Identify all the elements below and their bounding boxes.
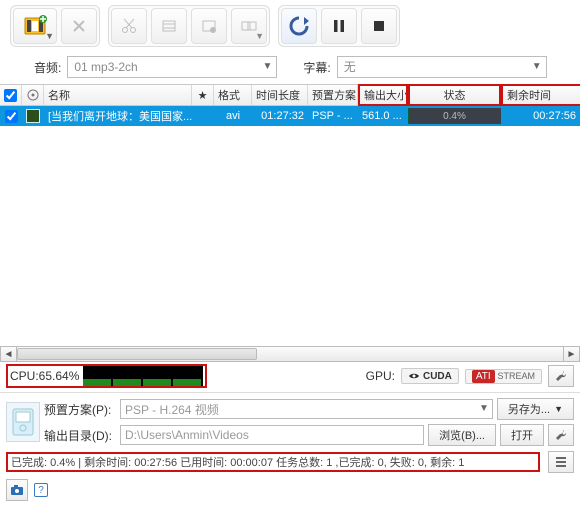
dropdown-arrow-icon: ▼ xyxy=(45,31,54,41)
cpu-meter: CPU:65.64% xyxy=(6,364,207,388)
wrench-icon xyxy=(554,369,568,383)
col-status[interactable]: 状态 xyxy=(408,84,501,106)
row-remaining: 00:27:56 xyxy=(501,106,580,126)
add-file-button[interactable]: ▼ xyxy=(13,8,57,44)
dropdown-arrow-icon: ▼ xyxy=(256,57,272,77)
preset-value: PSP - H.264 视频 xyxy=(125,401,219,418)
row-progress: 0.4% xyxy=(408,106,501,126)
outdir-value: D:\Users\Anmin\Videos xyxy=(125,428,249,442)
options-block: 预置方案(P): PSP - H.264 视频 ▼ 另存为...▼ 输出目录(D… xyxy=(0,395,580,449)
ati-badge: ATI STREAM xyxy=(465,369,542,384)
col-outsize[interactable]: 输出大小 xyxy=(358,84,408,106)
camera-icon xyxy=(10,484,24,496)
help-icon[interactable]: ? xyxy=(34,483,48,497)
list-icon xyxy=(554,455,568,469)
main-toolbar: ▼ ▼ xyxy=(0,0,580,52)
edit-btn-group: ▼ xyxy=(108,5,270,47)
merge-button[interactable]: ▼ xyxy=(231,8,267,44)
table-row[interactable]: [当我们离开地球：美国国家... avi 01:27:32 PSP - ... … xyxy=(0,106,580,126)
outdir-settings-button[interactable] xyxy=(548,424,574,446)
col-preset[interactable]: 预置方案 xyxy=(308,85,358,105)
convert-icon xyxy=(288,15,310,37)
preset-label: 预置方案(P): xyxy=(44,401,116,418)
list-mode-button[interactable] xyxy=(548,451,574,473)
row-preset: PSP - ... xyxy=(308,106,358,126)
row-outsize: 561.0 ... xyxy=(358,106,408,126)
dropdown-arrow-icon: ▼ xyxy=(526,57,542,77)
select-all-checkbox[interactable] xyxy=(4,89,17,102)
remove-button[interactable] xyxy=(61,8,97,44)
grid-body xyxy=(0,126,580,346)
gpu-settings-button[interactable] xyxy=(548,365,574,387)
dropdown-arrow-icon: ▼ xyxy=(479,403,489,414)
file-thumb xyxy=(26,109,40,123)
pause-button[interactable] xyxy=(321,8,357,44)
footer-row: ? xyxy=(0,475,580,505)
open-button[interactable]: 打开 xyxy=(500,424,544,446)
hscrollbar[interactable]: ◄ ► xyxy=(0,346,580,362)
convert-button[interactable] xyxy=(281,8,317,44)
file-btn-group: ▼ xyxy=(10,5,100,47)
crop-button[interactable] xyxy=(151,8,187,44)
nvidia-eye-icon xyxy=(408,370,420,382)
outdir-field[interactable]: D:\Users\Anmin\Videos xyxy=(120,425,424,445)
audio-select[interactable]: 01 mp3-2ch ▼ xyxy=(67,56,277,78)
cut-button[interactable] xyxy=(111,8,147,44)
col-duration[interactable]: 时间长度 xyxy=(252,85,308,105)
scroll-thumb[interactable] xyxy=(17,348,257,360)
subtitle-value: 无 xyxy=(344,57,356,77)
browse-button[interactable]: 浏览(B)... xyxy=(428,424,496,446)
pause-icon xyxy=(331,18,347,34)
subtitle-label: 字幕: xyxy=(303,59,330,76)
film-fx-icon xyxy=(200,17,218,35)
audio-label: 音频: xyxy=(34,59,61,76)
screenshot-button[interactable] xyxy=(6,479,28,501)
disc-icon xyxy=(27,89,39,101)
col-check[interactable] xyxy=(0,85,22,105)
grid-header: 名称 ★ 格式 时间长度 预置方案 输出大小 状态 剩余时间 xyxy=(0,84,580,106)
preset-field[interactable]: PSP - H.264 视频 ▼ xyxy=(120,399,493,419)
scroll-right-btn[interactable]: ► xyxy=(563,347,579,361)
stream-select-row: 音频: 01 mp3-2ch ▼ 字幕: 无 ▼ xyxy=(0,52,580,84)
effects-button[interactable] xyxy=(191,8,227,44)
row-checkbox[interactable] xyxy=(5,110,18,123)
saveas-button[interactable]: 另存为...▼ xyxy=(497,398,574,420)
cpu-graph xyxy=(83,366,203,386)
row-duration: 01:27:32 xyxy=(252,106,308,126)
dropdown-arrow-icon: ▼ xyxy=(255,31,264,41)
wrench-icon xyxy=(554,428,568,442)
status-row: 已完成: 0.4% | 剩余时间: 00:27:56 已用时间: 00:00:0… xyxy=(0,449,580,475)
row-name: [当我们离开地球：美国国家... xyxy=(44,106,192,126)
col-remaining[interactable]: 剩余时间 xyxy=(501,84,580,106)
col-star[interactable]: ★ xyxy=(192,85,214,105)
row-format: avi xyxy=(214,106,252,126)
subtitle-select[interactable]: 无 ▼ xyxy=(337,56,547,78)
col-name[interactable]: 名称 xyxy=(44,85,192,105)
progress-text: 0.4% xyxy=(443,111,466,122)
col-format[interactable]: 格式 xyxy=(214,85,252,105)
film-crop-icon xyxy=(160,17,178,35)
play-btn-group xyxy=(278,5,400,47)
scroll-left-btn[interactable]: ◄ xyxy=(1,347,17,361)
cpu-label: CPU:65.64% xyxy=(10,369,79,383)
gpu-box: GPU: CUDA ATI STREAM xyxy=(366,365,574,387)
status-text: 已完成: 0.4% | 剩余时间: 00:27:56 已用时间: 00:00:0… xyxy=(6,452,540,472)
audio-value: 01 mp3-2ch xyxy=(74,57,137,77)
col-type xyxy=(22,85,44,105)
outdir-label: 输出目录(D): xyxy=(44,427,116,444)
cuda-badge: CUDA xyxy=(401,368,459,384)
scissors-icon xyxy=(120,17,138,35)
cpu-gpu-row: CPU:65.64% GPU: CUDA ATI STREAM xyxy=(0,362,580,390)
gpu-label: GPU: xyxy=(366,369,395,383)
remove-icon xyxy=(70,17,88,35)
preset-device-icon xyxy=(6,402,40,442)
stop-button[interactable] xyxy=(361,8,397,44)
stop-icon xyxy=(371,18,387,34)
